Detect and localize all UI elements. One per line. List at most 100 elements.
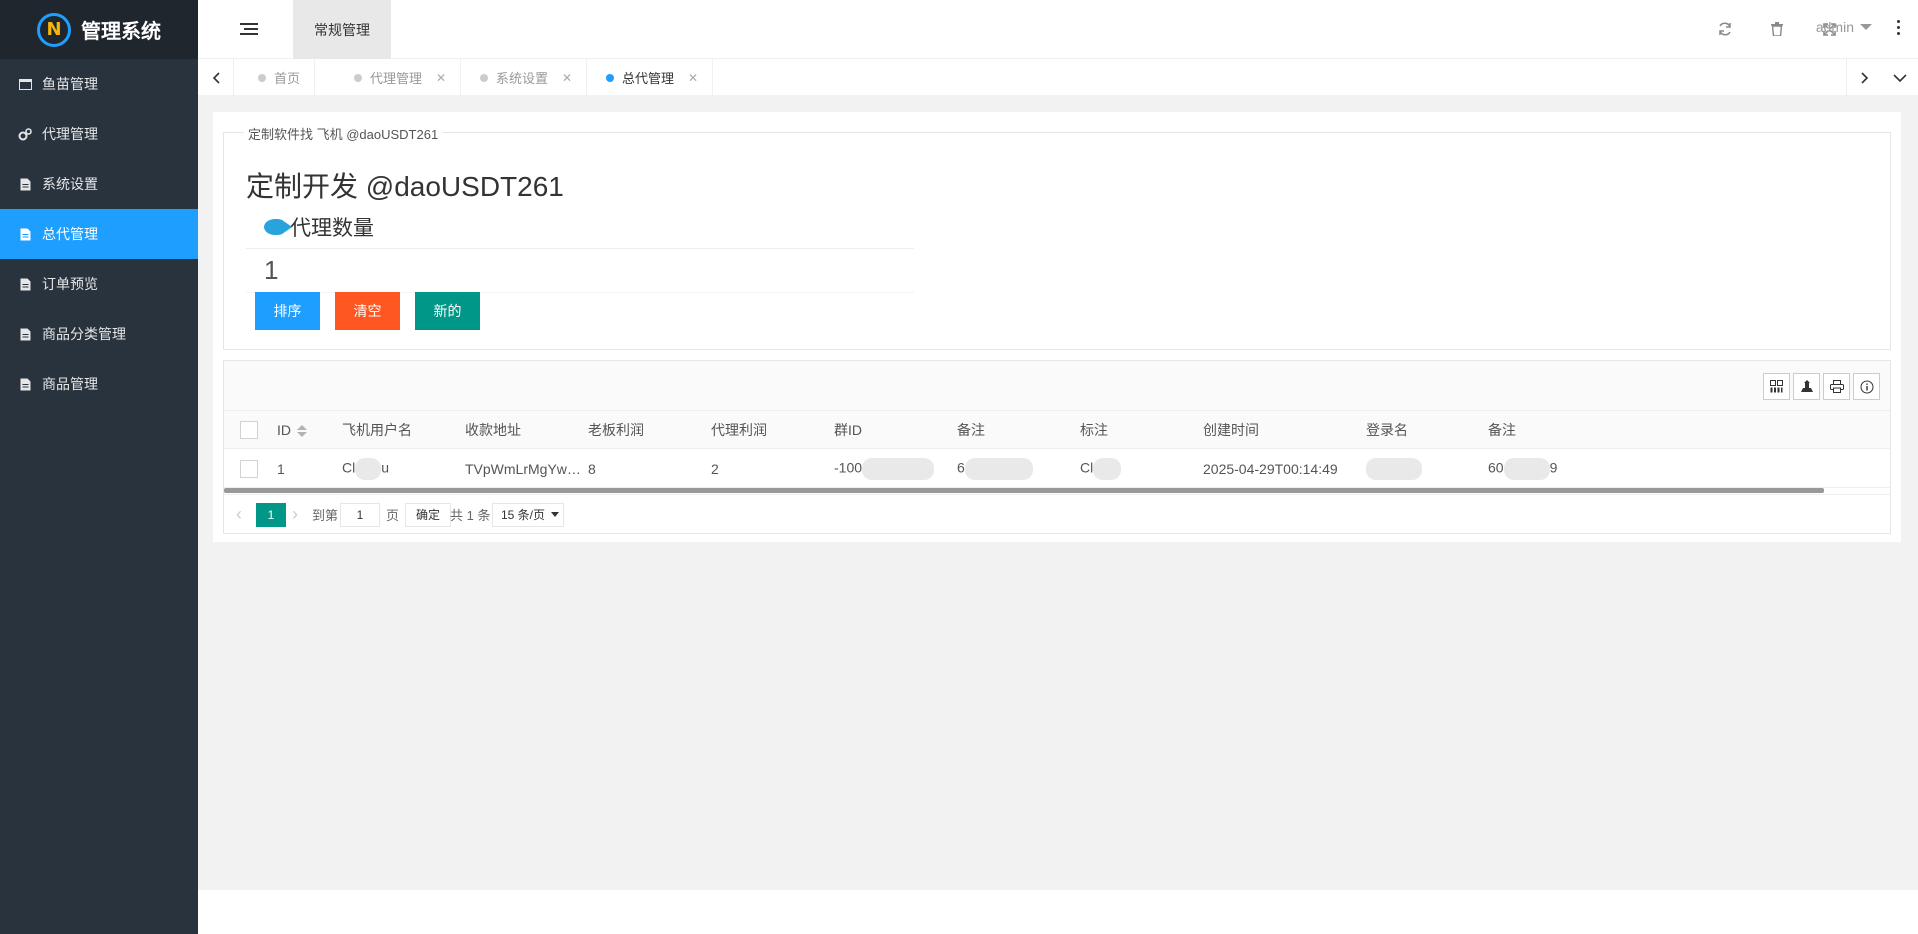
clear-button[interactable]: 清空 bbox=[335, 292, 400, 330]
tab-home[interactable]: 首页 bbox=[234, 59, 316, 96]
more-icon[interactable] bbox=[1897, 20, 1900, 35]
sidebar-item-agents[interactable]: 代理管理 bbox=[0, 109, 198, 159]
document-icon bbox=[18, 177, 32, 191]
horizontal-scrollbar[interactable] bbox=[224, 488, 1824, 493]
export-icon[interactable] bbox=[1793, 373, 1820, 400]
document-icon bbox=[18, 227, 32, 241]
close-icon[interactable]: ✕ bbox=[688, 71, 698, 85]
logo-n-icon: N bbox=[37, 12, 71, 47]
column-header-agent-profit: 代理利润 bbox=[711, 421, 767, 438]
close-icon[interactable]: ✕ bbox=[562, 71, 572, 85]
tab-label: 首页 bbox=[274, 71, 301, 86]
cell-id: 1 bbox=[277, 460, 285, 477]
window-icon bbox=[18, 77, 32, 91]
tab-dot bbox=[606, 73, 614, 82]
count-label: 代理数量 bbox=[290, 216, 374, 240]
table-header: ID 飞机用户名 收款地址 老板利润 代理利润 群ID 备注 标注 创建时间 登… bbox=[224, 411, 1890, 449]
app-name: 管理系统 bbox=[81, 21, 161, 43]
page-current[interactable]: 1 bbox=[256, 502, 286, 527]
column-header-boss-profit: 老板利润 bbox=[588, 421, 644, 438]
new-button[interactable]: 新的 bbox=[415, 292, 480, 330]
refresh-icon[interactable] bbox=[1714, 18, 1736, 40]
tabs-dropdown-icon[interactable] bbox=[1882, 59, 1918, 96]
column-header-created: 创建时间 bbox=[1203, 421, 1259, 438]
print-icon[interactable] bbox=[1823, 373, 1850, 400]
page-size-value: 15 条/页 bbox=[501, 508, 546, 522]
tab-dot bbox=[354, 73, 362, 82]
menu-toggle-icon[interactable] bbox=[240, 20, 258, 38]
sidebar-item-label: 总代管理 bbox=[42, 226, 98, 242]
tab-dot bbox=[480, 73, 488, 82]
sidebar-item-settings[interactable]: 系统设置 bbox=[0, 159, 198, 209]
sidebar-item-categories[interactable]: 商品分类管理 bbox=[0, 309, 198, 359]
close-icon[interactable]: ✕ bbox=[436, 71, 446, 85]
next-page-icon[interactable]: › bbox=[292, 504, 298, 525]
sidebar-item-label: 系统设置 bbox=[42, 176, 98, 192]
total-count: 共 1 条 bbox=[450, 508, 491, 523]
tab-label: 总代管理 bbox=[622, 71, 675, 86]
pagination: ‹ 1 › 到第 1 页 确定 共 1 条 15 条/页 bbox=[224, 494, 1890, 534]
cell-remark: 6 bbox=[957, 457, 1033, 480]
fish-icon bbox=[264, 218, 292, 235]
tab-agents[interactable]: 代理管理 ✕ bbox=[330, 59, 462, 96]
tab-dot bbox=[258, 73, 266, 82]
module-tab[interactable]: 常规管理 bbox=[293, 0, 391, 59]
cell-boss-profit: 8 bbox=[588, 460, 596, 477]
cell-group-id: -100 bbox=[834, 457, 935, 480]
redacted bbox=[355, 457, 382, 480]
page-size-select[interactable]: 15 条/页 bbox=[492, 502, 565, 527]
page-title: 定制开发 @daoUSDT261 bbox=[246, 171, 564, 202]
tab-label: 代理管理 bbox=[370, 71, 423, 86]
main-card: 定制软件找 飞机 @daoUSDT261 定制开发 @daoUSDT261 代理… bbox=[213, 112, 1901, 542]
document-icon bbox=[18, 327, 32, 341]
document-icon bbox=[18, 277, 32, 291]
sidebar-item-fish[interactable]: 鱼苗管理 bbox=[0, 59, 198, 109]
sidebar-item-products[interactable]: 商品管理 bbox=[0, 359, 198, 409]
confirm-button[interactable]: 确定 bbox=[405, 502, 452, 527]
row-checkbox[interactable] bbox=[240, 459, 258, 478]
cell-remark-2: 60 9 bbox=[1488, 457, 1557, 480]
redacted bbox=[964, 457, 1033, 480]
goto-page-input[interactable]: 1 bbox=[340, 502, 380, 527]
sort-icon[interactable] bbox=[297, 424, 307, 437]
cell-login bbox=[1366, 457, 1422, 480]
user-menu[interactable]: admin bbox=[1816, 19, 1872, 35]
redacted bbox=[1503, 457, 1550, 480]
sidebar-item-label: 商品分类管理 bbox=[42, 326, 126, 342]
table-toolbar bbox=[224, 361, 1890, 411]
sidebar-item-label: 订单预览 bbox=[42, 276, 98, 292]
fieldset: 定制软件找 飞机 @daoUSDT261 定制开发 @daoUSDT261 代理… bbox=[223, 124, 1891, 350]
cell-username: Cl u bbox=[342, 457, 389, 480]
trash-icon[interactable] bbox=[1766, 18, 1788, 40]
info-icon[interactable] bbox=[1853, 373, 1880, 400]
redacted bbox=[1093, 457, 1122, 480]
sidebar-menu: 鱼苗管理 代理管理 系统设置 总代管理 订单预览 商品分类管理 商品管理 bbox=[0, 59, 198, 409]
columns-icon[interactable] bbox=[1763, 373, 1790, 400]
sidebar-item-general-agents[interactable]: 总代管理 bbox=[0, 209, 198, 259]
sidebar-item-label: 代理管理 bbox=[42, 126, 98, 142]
tab-general-agents[interactable]: 总代管理 ✕ bbox=[582, 59, 714, 96]
sort-button[interactable]: 排序 bbox=[255, 292, 320, 330]
fieldset-legend: 定制软件找 飞机 @daoUSDT261 bbox=[244, 124, 443, 143]
cell-address: TVpWmLrMgYw… bbox=[465, 460, 581, 477]
select-all-checkbox[interactable] bbox=[240, 420, 258, 439]
document-icon bbox=[18, 377, 32, 391]
logo[interactable]: N 管理系统 bbox=[0, 0, 198, 59]
prev-page-icon[interactable]: ‹ bbox=[236, 504, 242, 525]
redacted bbox=[862, 457, 935, 480]
tab-settings[interactable]: 系统设置 ✕ bbox=[456, 59, 588, 96]
sidebar-item-orders[interactable]: 订单预览 bbox=[0, 259, 198, 309]
chevron-down-icon bbox=[551, 512, 560, 517]
table-row[interactable]: 1 Cl u TVpWmLrMgYw… 8 2 -100 6 Cl 2025-04… bbox=[224, 450, 1890, 488]
gears-icon bbox=[18, 127, 32, 141]
column-header-remark: 备注 bbox=[957, 421, 985, 438]
cell-mark: Cl bbox=[1080, 457, 1122, 480]
tab-strip: 首页 代理管理 ✕ 系统设置 ✕ 总代管理 ✕ bbox=[198, 59, 1918, 96]
sidebar-item-label: 商品管理 bbox=[42, 376, 98, 392]
column-header-login: 登录名 bbox=[1366, 421, 1408, 438]
agent-count-card: 代理数量 1 bbox=[246, 205, 914, 293]
tabs-scroll-right-icon[interactable] bbox=[1846, 59, 1882, 96]
tabs-scroll-left-icon[interactable] bbox=[198, 59, 234, 96]
username: admin bbox=[1815, 19, 1854, 35]
column-header-id[interactable]: ID bbox=[277, 422, 307, 438]
